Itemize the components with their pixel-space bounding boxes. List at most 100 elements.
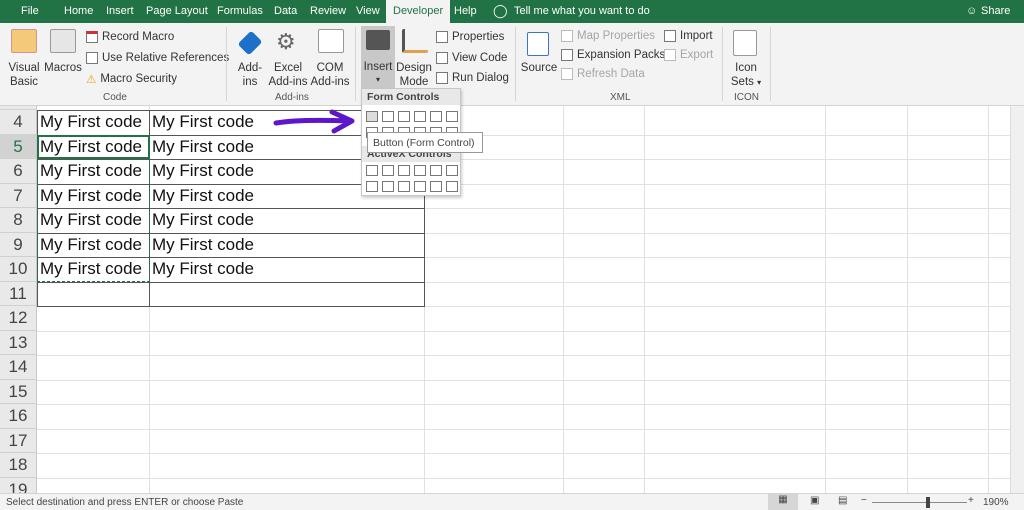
more-controls-activex-icon[interactable]	[446, 181, 458, 192]
row-gridline	[37, 330, 1010, 332]
macros-button[interactable]: Macros	[43, 61, 83, 75]
normal-view-button[interactable]: ▦	[768, 494, 798, 510]
user-icon: ☺	[966, 5, 978, 17]
column-gridline	[988, 106, 989, 493]
row-header[interactable]: 11	[0, 281, 37, 306]
map-properties-button[interactable]: Map Properties	[561, 30, 655, 42]
divider	[722, 27, 723, 101]
zoom-slider-thumb[interactable]	[926, 497, 931, 508]
cell-b[interactable]: My First code	[152, 135, 254, 159]
row-header[interactable]: 4	[0, 110, 37, 135]
cell-b[interactable]: My First code	[152, 233, 254, 257]
vertical-scrollbar[interactable]	[1010, 106, 1024, 493]
list-box-form-control-icon[interactable]	[430, 111, 442, 122]
tab-home[interactable]: Home	[64, 5, 93, 17]
tab-formulas[interactable]: Formulas	[217, 5, 263, 17]
insert-controls-button[interactable]: Insert ▾	[361, 26, 395, 88]
source-icon	[527, 32, 549, 56]
import-button[interactable]: Import	[664, 30, 713, 42]
tab-review[interactable]: Review	[310, 5, 346, 17]
spin-button-activex-icon[interactable]	[366, 181, 378, 192]
option-button-form-control-icon[interactable]	[446, 111, 458, 122]
source-button[interactable]: Source	[520, 61, 558, 75]
row-header[interactable]: 9	[0, 232, 37, 257]
tab-view[interactable]: View	[356, 5, 380, 17]
expansion-packs-button[interactable]: Expansion Packs	[561, 49, 665, 61]
export-button[interactable]: Export	[664, 49, 713, 61]
com-addins-button[interactable]: COM Add-ins	[309, 61, 351, 89]
row-header[interactable]: 14	[0, 355, 37, 380]
row-header[interactable]: 19	[0, 477, 37, 493]
page-break-view-button[interactable]: ▤	[838, 495, 847, 506]
macro-security-button[interactable]: ⚠ Macro Security	[86, 72, 177, 86]
addins-button[interactable]: Add-ins	[233, 61, 267, 89]
spin-button-form-control-icon[interactable]	[414, 111, 426, 122]
image-activex-icon[interactable]	[414, 181, 426, 192]
label-activex-icon[interactable]	[398, 181, 410, 192]
row-header[interactable]: 16	[0, 404, 37, 429]
button-form-control-icon[interactable]	[366, 111, 378, 122]
list-box-activex-icon[interactable]	[414, 165, 426, 176]
excel-addins-button[interactable]: Excel Add-ins	[267, 61, 309, 89]
zoom-out-button[interactable]: −	[861, 495, 867, 506]
record-macro-button[interactable]: Record Macro	[86, 31, 174, 43]
view-code-button[interactable]: View Code	[436, 52, 507, 64]
refresh-data-button[interactable]: Refresh Data	[561, 68, 645, 80]
tab-data[interactable]: Data	[274, 5, 297, 17]
row-header[interactable]: 7	[0, 183, 37, 208]
status-message: Select destination and press ENTER or ch…	[6, 497, 244, 508]
scroll-bar-activex-icon[interactable]	[446, 165, 458, 176]
check-box-form-control-icon[interactable]	[398, 111, 410, 122]
row-header[interactable]: 12	[0, 306, 37, 331]
worksheet-grid[interactable]: 4 5 6 7 8 9 10 11 12 13 14 15 16 17 18 19 My First code M…	[0, 106, 1010, 493]
command-button-activex-icon[interactable]	[366, 165, 378, 176]
row-header[interactable]: 6	[0, 159, 37, 184]
toggle-button-activex-icon[interactable]	[430, 181, 442, 192]
text-box-activex-icon[interactable]	[430, 165, 442, 176]
check-box-activex-icon[interactable]	[398, 165, 410, 176]
page-layout-view-button[interactable]: ▣	[810, 495, 819, 506]
relative-references-button[interactable]: Use Relative References	[86, 52, 229, 64]
visual-basic-button[interactable]: Visual Basic	[4, 61, 44, 89]
zoom-level[interactable]: 190%	[983, 497, 1009, 508]
combo-box-activex-icon[interactable]	[382, 165, 394, 176]
row-header[interactable]	[0, 106, 37, 110]
tab-developer[interactable]: Developer	[386, 0, 451, 23]
run-dialog-button[interactable]: Run Dialog	[436, 72, 509, 84]
cell-b[interactable]: My First code	[152, 208, 254, 232]
option-button-activex-icon[interactable]	[382, 181, 394, 192]
tell-me-search[interactable]: Tell me what you want to do	[514, 5, 650, 17]
row-gridline	[37, 404, 1010, 405]
combo-box-form-control-icon[interactable]	[382, 111, 394, 122]
tab-file[interactable]: File	[21, 5, 39, 17]
tab-page-layout[interactable]: Page Layout	[146, 5, 208, 17]
share-button[interactable]: Share	[981, 5, 1010, 17]
cell-b[interactable]: My First code	[152, 110, 254, 134]
label: Record Macro	[102, 31, 175, 43]
row-header[interactable]: 15	[0, 379, 37, 404]
group-label-code: Code	[103, 92, 127, 103]
properties-button[interactable]: Properties	[436, 31, 504, 43]
row-header[interactable]: 8	[0, 208, 37, 233]
row-header[interactable]: 5	[0, 134, 37, 159]
selected-cell[interactable]	[37, 134, 150, 159]
design-mode-icon	[402, 29, 428, 53]
cell-b[interactable]: My First code	[152, 159, 254, 183]
icon-sets-button[interactable]: Icon Sets ▾	[727, 61, 765, 90]
row-header[interactable]: 10	[0, 257, 37, 282]
tab-insert[interactable]: Insert	[106, 5, 134, 17]
cell-a[interactable]: My First code	[40, 110, 142, 134]
column-gridline	[907, 106, 908, 493]
import-icon	[664, 30, 676, 42]
cell-b[interactable]: My First code	[152, 257, 254, 281]
cell-b[interactable]: My First code	[152, 184, 254, 208]
tab-help[interactable]: Help	[454, 5, 477, 17]
row-gridline	[37, 453, 1010, 454]
row-header[interactable]: 17	[0, 428, 37, 453]
design-mode-button[interactable]: Design Mode	[396, 61, 432, 89]
row-header[interactable]: 13	[0, 330, 37, 355]
row-header[interactable]: 18	[0, 453, 37, 478]
zoom-in-button[interactable]: +	[968, 495, 974, 506]
zoom-slider[interactable]	[872, 502, 967, 503]
ribbon-tabs: File Home Insert Page Layout Formulas Da…	[0, 0, 1024, 23]
